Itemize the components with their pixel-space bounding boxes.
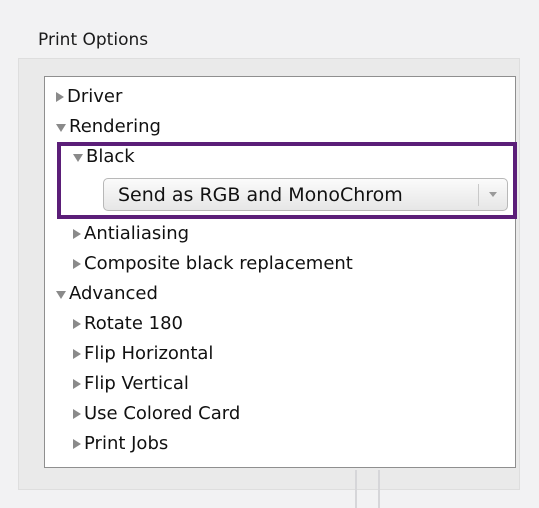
tree-item-label: Rendering xyxy=(69,116,161,137)
disclosure-right-icon[interactable] xyxy=(73,379,81,389)
tree-item-rotate-180[interactable]: Rotate 180 xyxy=(73,309,183,339)
disclosure-down-icon[interactable] xyxy=(56,291,66,299)
tree-item-label: Driver xyxy=(67,86,123,107)
tree-item-label: Advanced xyxy=(69,283,158,304)
background-divider xyxy=(355,470,357,508)
tree-item-label: Rotate 180 xyxy=(84,313,184,334)
tree-item-label: Flip Vertical xyxy=(84,373,189,394)
annotation-highlight-box xyxy=(57,142,517,219)
tree-item-driver[interactable]: Driver xyxy=(56,82,122,112)
tree-item-advanced[interactable]: Advanced xyxy=(56,279,158,309)
tree-item-label: Print Jobs xyxy=(84,433,169,454)
tree-item-rendering[interactable]: Rendering xyxy=(56,112,161,142)
disclosure-right-icon[interactable] xyxy=(73,259,81,269)
tree-item-use-colored-card[interactable]: Use Colored Card xyxy=(73,399,240,429)
panel-title: Print Options xyxy=(38,30,149,50)
tree-item-label: Composite black replacement xyxy=(84,253,353,274)
tree-item-flip-horizontal[interactable]: Flip Horizontal xyxy=(73,339,213,369)
disclosure-down-icon[interactable] xyxy=(56,124,66,132)
tree-item-antialiasing[interactable]: Antialiasing xyxy=(73,219,189,249)
background-divider xyxy=(378,470,380,508)
tree-item-label: Use Colored Card xyxy=(84,403,241,424)
tree-item-label: Flip Horizontal xyxy=(84,343,214,364)
disclosure-right-icon[interactable] xyxy=(73,439,81,449)
tree-item-composite-black-replacement[interactable]: Composite black replacement xyxy=(73,249,353,279)
tree-item-print-jobs[interactable]: Print Jobs xyxy=(73,429,168,459)
tree-item-flip-vertical[interactable]: Flip Vertical xyxy=(73,369,189,399)
disclosure-right-icon[interactable] xyxy=(73,349,81,359)
disclosure-right-icon[interactable] xyxy=(73,409,81,419)
disclosure-right-icon[interactable] xyxy=(73,319,81,329)
disclosure-right-icon[interactable] xyxy=(73,229,81,239)
tree-item-label: Antialiasing xyxy=(84,223,190,244)
disclosure-right-icon[interactable] xyxy=(56,92,64,102)
